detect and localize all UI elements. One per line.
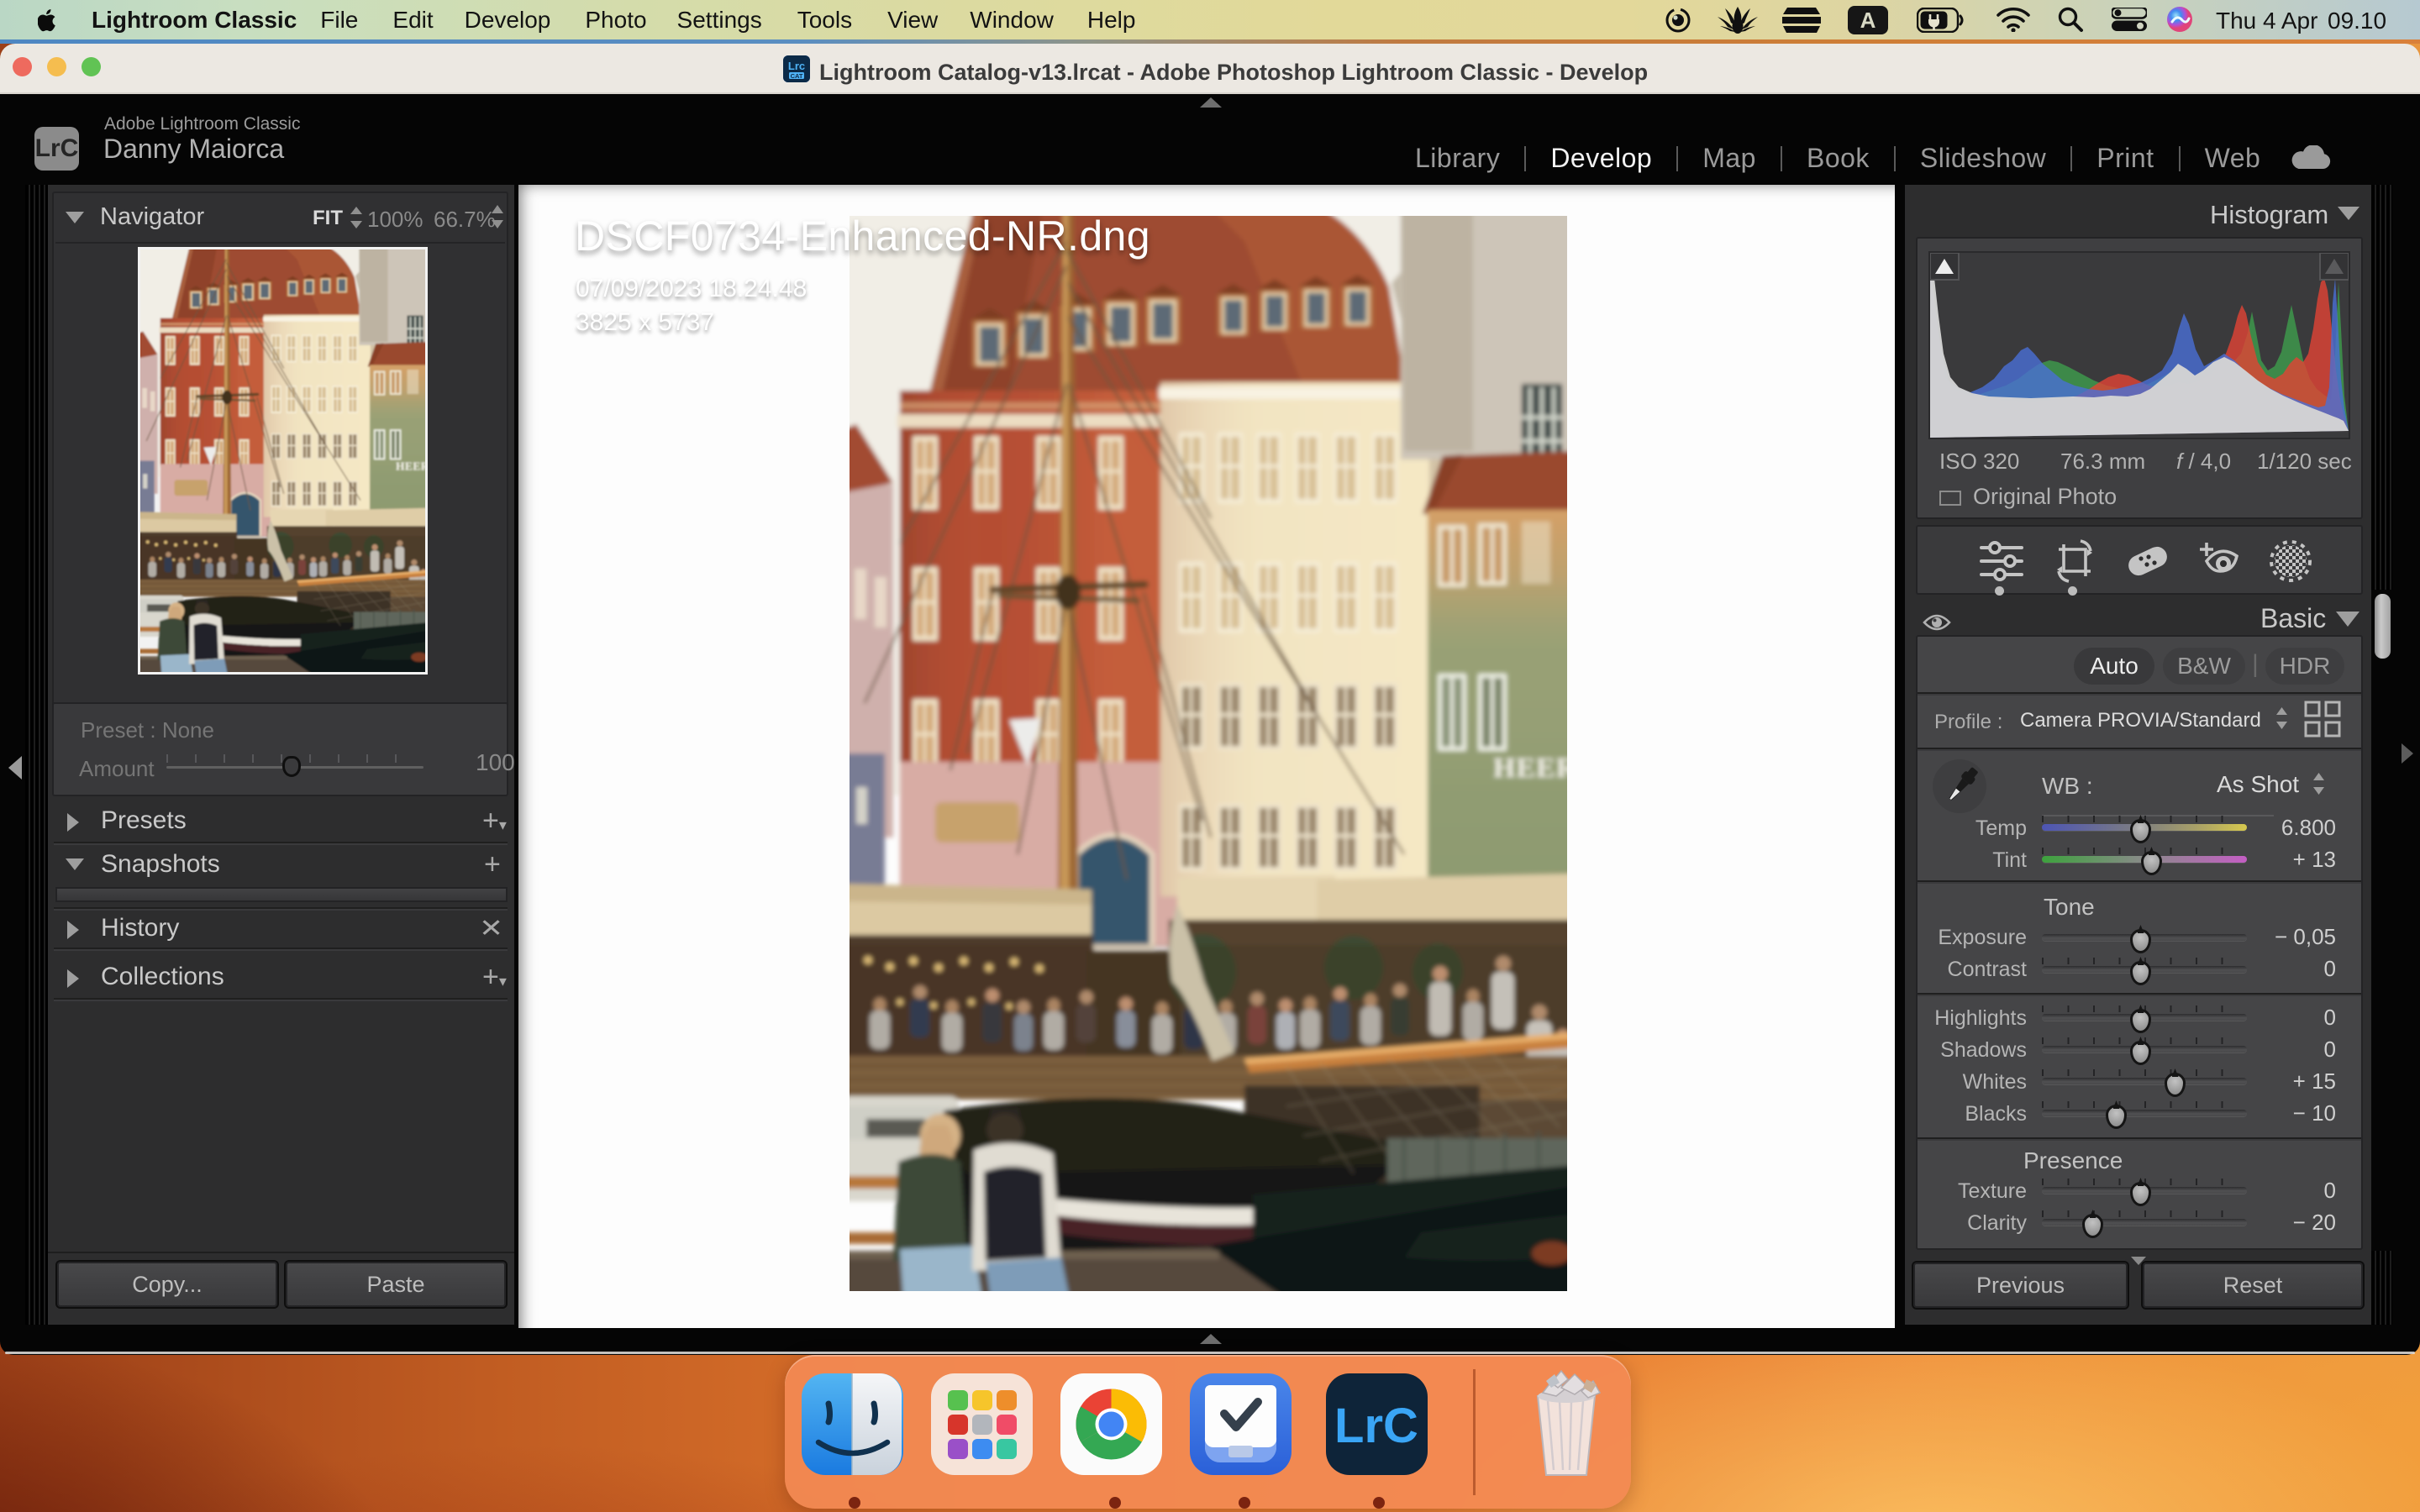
svg-text:CAT: CAT: [791, 72, 803, 80]
svg-text:Lrc: Lrc: [788, 60, 805, 72]
svg-text:A: A: [1860, 8, 1876, 33]
svg-text:LrC: LrC: [1334, 1399, 1418, 1453]
